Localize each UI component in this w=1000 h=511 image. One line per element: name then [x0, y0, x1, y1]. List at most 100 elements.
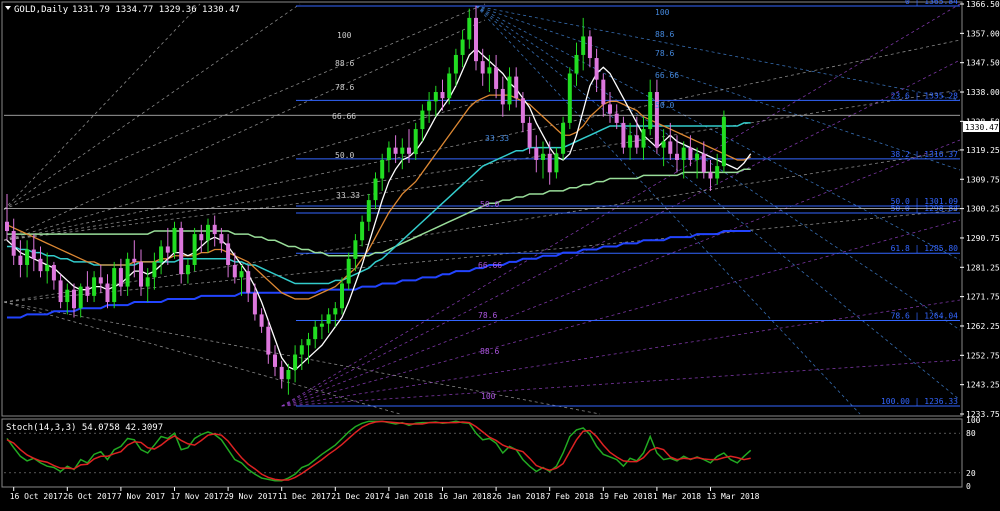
- fan-lower-label-0: 50.0: [480, 200, 499, 209]
- candle-body-58: [393, 147, 398, 154]
- candle-body-33: [226, 243, 231, 265]
- candle-body-98: [661, 141, 666, 148]
- candle-body-85: [574, 54, 579, 74]
- candle-body-26: [179, 227, 184, 275]
- candle-body-0: [5, 221, 9, 232]
- time-tick-label-13: 13 Mar 2018: [707, 492, 760, 501]
- candle-body-57: [386, 147, 391, 160]
- fan-upper-left-label-2: 78.6: [335, 83, 354, 92]
- candle-body-10: [72, 289, 76, 309]
- candle-body-25: [172, 227, 177, 253]
- price-tick-label-9: 1281.25: [966, 263, 1000, 272]
- candle-body-64: [433, 92, 438, 102]
- candle-body-53: [360, 221, 365, 241]
- candle-body-15: [105, 283, 110, 303]
- candle-body-90: [608, 104, 612, 114]
- candle-body-52: [353, 240, 358, 259]
- candle-body-35: [239, 271, 244, 278]
- candle-body-9: [65, 289, 70, 303]
- candle-body-76: [514, 76, 519, 99]
- fan-upper-right-label-5: 33.33: [485, 134, 509, 143]
- candle-body-37: [252, 292, 257, 315]
- candle-body-1: [11, 231, 16, 256]
- candle-body-49: [333, 308, 338, 315]
- candle-body-30: [206, 224, 210, 241]
- candle-body-27: [185, 264, 190, 275]
- fan-lower-label-4: 100: [481, 392, 496, 401]
- fan-lower-label-2: 78.6: [478, 311, 497, 320]
- candle-body-34: [232, 264, 237, 278]
- stoch-tick-label-0: 100: [966, 416, 981, 425]
- fib-label-0: 0 | 1365.84: [905, 0, 958, 6]
- candle-body-71: [480, 61, 485, 74]
- fan-upper-left-label-0: 100: [337, 31, 352, 40]
- fib-label-6: 78.6 | 1264.04: [891, 311, 959, 320]
- candle-body-36: [246, 271, 251, 293]
- fan-lower-label-3: 88.6: [480, 347, 499, 356]
- stoch-tick-label-1: 80: [966, 429, 976, 438]
- candle-body-80: [541, 153, 545, 160]
- candle-body-47: [319, 323, 324, 327]
- candle-body-95: [641, 129, 646, 148]
- time-tick-label-5: 11 Dec 2017: [278, 492, 331, 501]
- time-tick-label-8: 16 Jan 2018: [439, 492, 492, 501]
- candle-body-84: [567, 73, 572, 123]
- candle-body-4: [31, 249, 36, 259]
- candle-body-105: [708, 172, 713, 179]
- candle-body-38: [259, 314, 264, 327]
- candle-body-101: [681, 147, 686, 160]
- candle-body-29: [199, 234, 204, 241]
- candle-body-61: [413, 129, 418, 154]
- candle-body-39: [266, 326, 271, 355]
- candle-body-102: [688, 147, 693, 160]
- price-tick-label-0: 1366.50: [966, 0, 1000, 9]
- price-tick-label-7: 1300.25: [966, 205, 1000, 214]
- candle-body-46: [313, 326, 318, 340]
- fib-label-7: 100.00 | 1236.33: [881, 397, 958, 406]
- fan-upper-left-label-3: 66.66: [332, 112, 356, 121]
- fib-label-2: 38.2 | 1316.37: [891, 150, 959, 159]
- time-tick-label-12: 1 Mar 2018: [653, 492, 701, 501]
- candle-body-14: [98, 277, 103, 284]
- price-tick-label-1: 1357.00: [966, 29, 1000, 38]
- fan-upper-left-label-4: 50.0: [335, 151, 354, 160]
- candle-body-96: [648, 92, 653, 130]
- candle-body-40: [273, 354, 277, 367]
- candle-body-42: [286, 369, 291, 380]
- time-tick-label-0: 16 Oct 2017: [10, 492, 63, 501]
- fan-upper-left-label-5: 33.33: [336, 191, 360, 200]
- price-tick-label-5: 1319.25: [966, 146, 1000, 155]
- candle-body-31: [212, 224, 217, 235]
- candle-body-73: [494, 67, 499, 89]
- candle-body-50: [340, 283, 344, 309]
- candle-body-6: [45, 264, 50, 272]
- gold-daily-chart[interactable]: 0 | 1365.84 23.6 | 1335.28 38.2 | 1316.37 5…: [0, 0, 1000, 507]
- fan-upper-right-label-0: 100: [655, 8, 670, 17]
- candle-body-2: [18, 255, 23, 265]
- symbol-label: GOLD,Daily: [14, 5, 69, 15]
- candle-body-74: [500, 88, 505, 105]
- time-tick-label-1: 26 Oct 2017: [63, 492, 116, 501]
- time-tick-label-10: 7 Feb 2018: [546, 492, 594, 501]
- candle-body-107: [721, 116, 726, 167]
- candle-body-79: [534, 147, 539, 160]
- candle-body-45: [306, 339, 311, 346]
- candle-body-87: [587, 36, 592, 59]
- candle-body-44: [299, 345, 304, 355]
- candle-body-75: [507, 76, 512, 105]
- candle-body-51: [346, 258, 351, 284]
- candle-body-103: [695, 153, 700, 160]
- candle-body-83: [561, 122, 566, 154]
- price-tick-label-3: 1338.00: [966, 88, 1000, 97]
- price-tick-label-8: 1290.75: [966, 234, 1000, 243]
- fan-upper-right-label-1: 88.6: [655, 30, 674, 39]
- candle-body-56: [380, 159, 385, 179]
- candle-body-88: [594, 58, 599, 80]
- candle-body-16: [112, 268, 117, 303]
- candle-body-104: [701, 153, 706, 173]
- time-tick-label-7: 4 Jan 2018: [385, 492, 433, 501]
- fib-label-1: 23.6 | 1335.28: [891, 91, 959, 100]
- candle-body-92: [621, 122, 626, 148]
- candle-body-54: [366, 200, 371, 222]
- ohlc-readout: 1331.79 1334.77 1329.36 1330.47: [72, 5, 240, 15]
